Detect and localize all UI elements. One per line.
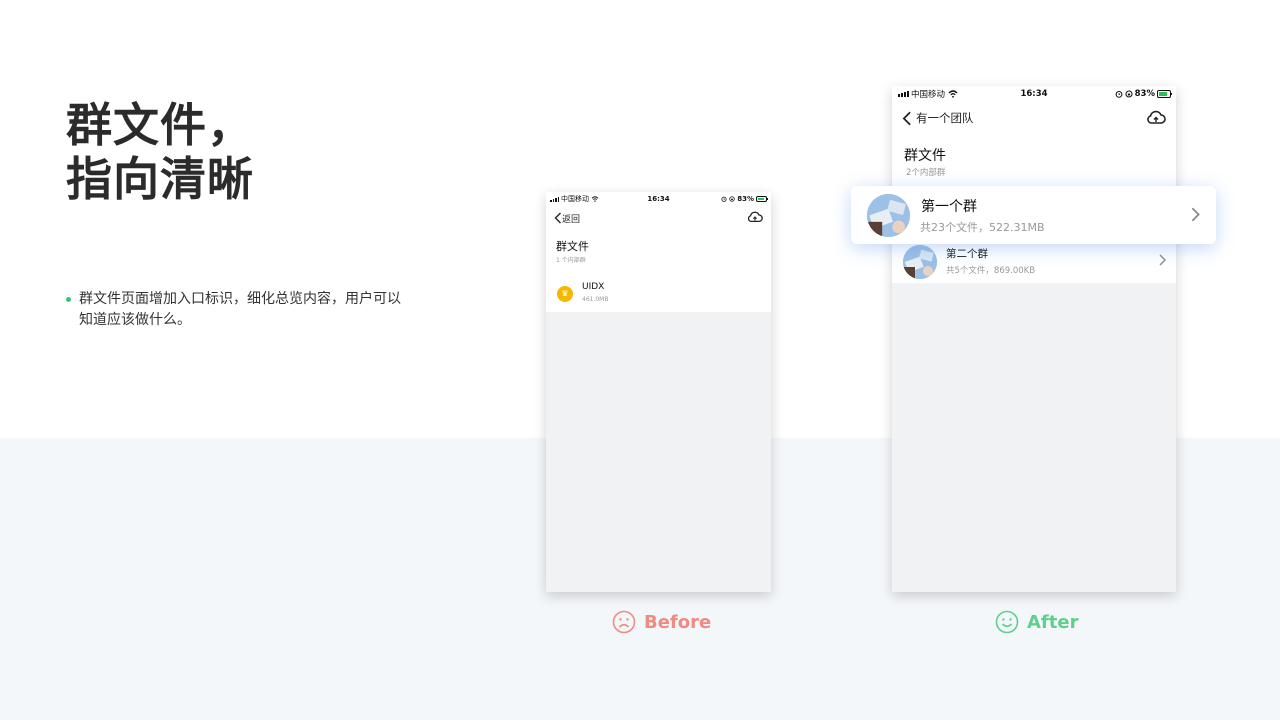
group-meta: 共5个文件，869.00KB <box>946 266 1036 276</box>
battery-percent: 83% <box>1134 89 1155 99</box>
alarm-icon <box>721 196 727 202</box>
headline-line-2: 指向清晰 <box>66 152 254 206</box>
battery-icon <box>756 196 768 202</box>
group-avatar <box>867 194 910 237</box>
chevron-right-icon <box>1159 254 1166 266</box>
page-title: 群文件 <box>904 148 946 164</box>
group-count: 1 个内部群 <box>556 257 586 264</box>
list-item[interactable]: ♛ UIDX 461.0MB <box>546 278 771 312</box>
group-size: 461.0MB <box>582 296 609 303</box>
back-chevron-icon <box>902 111 911 125</box>
group-icon: ♛ <box>557 286 573 302</box>
back-label: 返回 <box>562 214 581 225</box>
chevron-right-icon <box>1191 207 1200 222</box>
bullet-text: 群文件页面增加入口标识，细化总览内容，用户可以知道应该做什么。 <box>79 291 401 328</box>
back-chevron-icon <box>554 212 561 224</box>
group-name: 第一个群 <box>921 199 977 215</box>
page-title: 群文件 <box>556 240 589 253</box>
smile-face-icon <box>995 610 1019 634</box>
battery-icon <box>1157 90 1172 98</box>
group-avatar <box>903 245 937 279</box>
rotation-lock-icon <box>1125 90 1133 98</box>
page-headline: 群文件， 指向清晰 <box>66 98 254 206</box>
after-label-text: After <box>1027 611 1079 633</box>
back-label: 有一个团队 <box>916 111 974 125</box>
cloud-upload-icon[interactable] <box>1146 110 1166 125</box>
bullet-point: 群文件页面增加入口标识，细化总览内容，用户可以知道应该做什么。 <box>66 289 406 331</box>
after-label: After <box>995 610 1078 634</box>
list-item[interactable]: 第二个群 共5个文件，869.00KB <box>892 238 1176 283</box>
cloud-upload-icon[interactable] <box>747 211 763 223</box>
alarm-icon <box>1115 91 1123 98</box>
group-meta: 共23个文件，522.31MB <box>920 221 1045 234</box>
group-name: UIDX <box>582 282 605 292</box>
group-count: 2个内部群 <box>906 168 946 178</box>
back-button[interactable]: 有一个团队 <box>902 110 974 126</box>
bullet-dot-icon <box>66 297 71 302</box>
status-bar: 中国移动 16:34 83% <box>546 193 771 205</box>
sad-face-icon <box>612 610 636 634</box>
before-label-text: Before <box>644 611 712 633</box>
nav-bar: 有一个团队 <box>902 108 1166 128</box>
battery-percent: 83% <box>737 195 754 203</box>
group-name: 第二个群 <box>946 248 988 260</box>
before-label: Before <box>612 610 711 634</box>
rotation-lock-icon <box>729 196 735 202</box>
after-phone-screen: 中国移动 16:34 83% 有一个团队 群文件 2个内部群 第二个群 共5个文… <box>892 86 1176 592</box>
status-bar: 中国移动 16:34 83% <box>892 87 1176 101</box>
nav-bar: 返回 <box>554 210 763 226</box>
headline-line-1: 群文件， <box>66 98 254 152</box>
highlighted-list-item[interactable]: 第一个群 共23个文件，522.31MB <box>851 186 1216 244</box>
back-button[interactable]: 返回 <box>554 212 580 225</box>
before-phone-screen: 中国移动 16:34 83% 返回 群文件 1 个内部群 ♛ UIDX 461.… <box>546 192 771 592</box>
